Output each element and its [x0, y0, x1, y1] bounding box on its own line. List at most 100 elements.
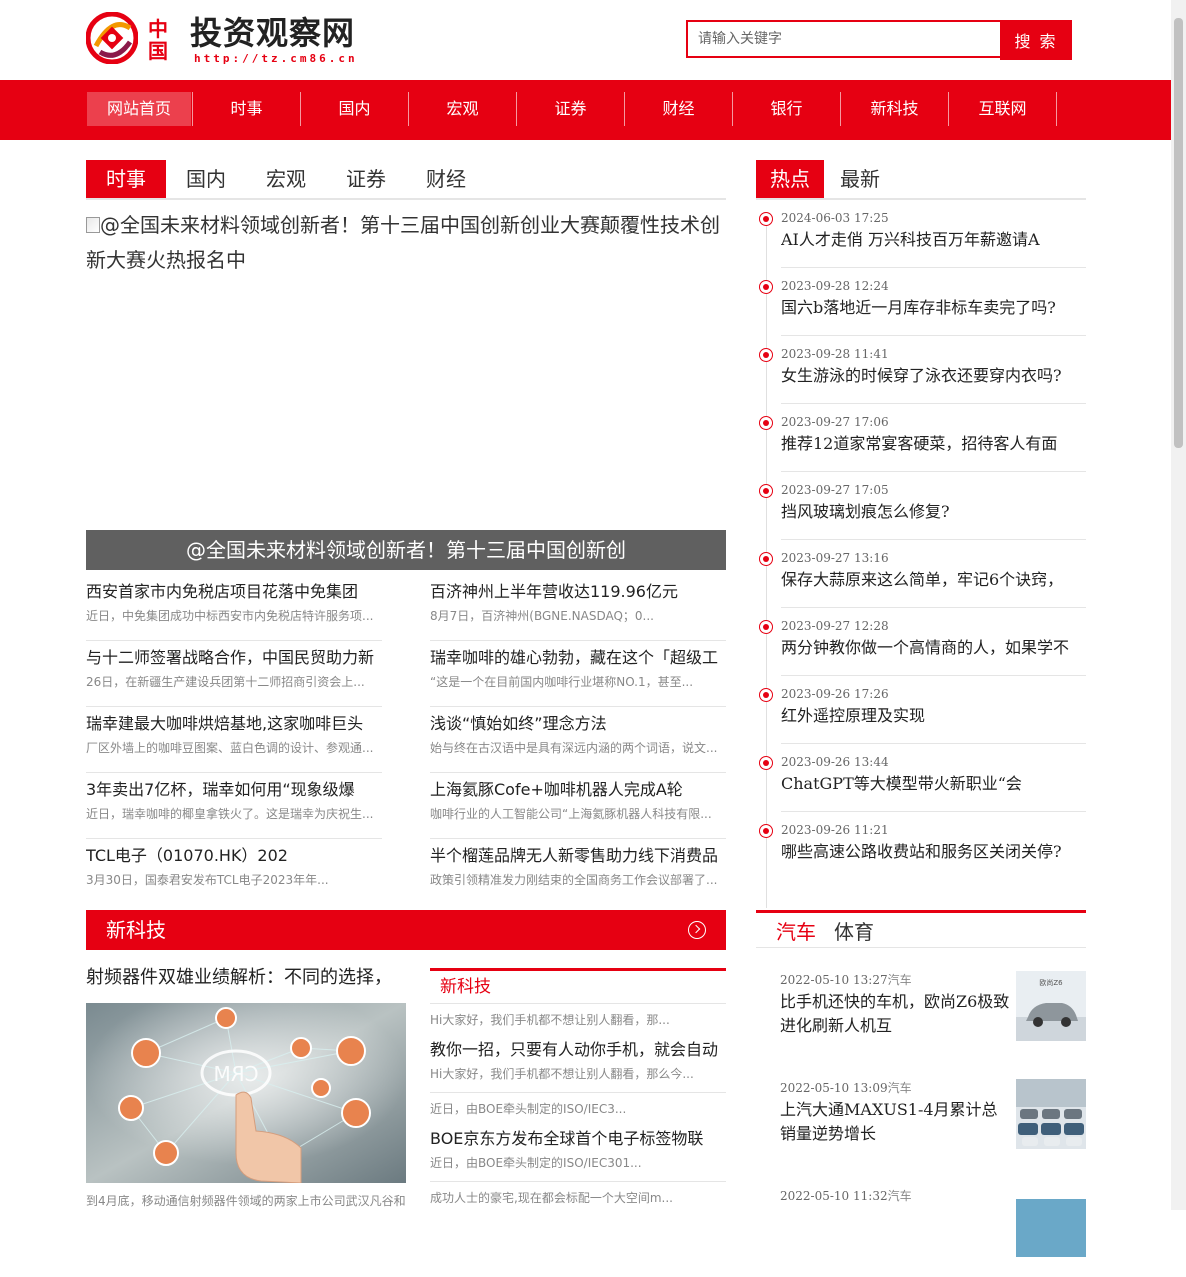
news-item[interactable]: 瑞幸建最大咖啡烘焙基地,这家咖啡巨头 厂区外墙上的咖啡豆图案、蓝白色调的设计、参…: [86, 714, 382, 773]
tech-headline[interactable]: 射频器件双雄业绩解析：不同的选择，: [86, 966, 406, 990]
timeline-dot-icon: [759, 688, 773, 702]
hot-title[interactable]: 推荐12道家常宴客硬菜，招待客人有面: [781, 434, 1086, 454]
auto-item[interactable]: 2022-05-10 13:09汽车 上汽大通MAXUS1-4月累计总销量逆势增…: [780, 1079, 1086, 1169]
tech-list-header-label[interactable]: 新科技: [430, 971, 501, 1003]
search-input[interactable]: [688, 22, 1000, 56]
tab-news[interactable]: 时事: [86, 160, 166, 198]
list-item[interactable]: Hi大家好，我们手机都不想让别人翻看，那... 教你一招，只要有人动你手机，就会…: [430, 1004, 726, 1093]
news-title[interactable]: 与十二师签署战略合作，中国民贸助力新: [86, 648, 382, 668]
hot-item[interactable]: 2023-09-26 17:26 红外遥控原理及实现: [756, 676, 1086, 744]
search-button[interactable]: 搜 索: [1000, 20, 1072, 60]
hot-title[interactable]: ChatGPT等大模型带火新职业“会: [781, 774, 1086, 794]
news-item[interactable]: 上海氦豚Cofe+咖啡机器人完成A轮 咖啡行业的人工智能公司“上海氦豚机器人科技…: [430, 780, 726, 839]
auto-title[interactable]: 比手机还快的车机，欧尚Z6极致进化刷新人机互: [780, 990, 1010, 1038]
hot-title[interactable]: 保存大蒜原来这么简单，牢记6个诀窍，: [781, 570, 1086, 590]
auto-category[interactable]: 汽车: [888, 1189, 912, 1203]
news-title[interactable]: 浅谈“慎始如终”理念方法: [430, 714, 726, 734]
news-title[interactable]: 上海氦豚Cofe+咖啡机器人完成A轮: [430, 780, 726, 800]
nav-item-news[interactable]: 时事: [193, 92, 301, 126]
hot-title[interactable]: 哪些高速公路收费站和服务区关闭关停?: [781, 842, 1086, 862]
tab-macro[interactable]: 宏观: [246, 160, 326, 198]
logo-emblem-icon: [86, 12, 138, 64]
tab-sports[interactable]: 体育: [834, 913, 874, 951]
page-scrollbar[interactable]: [1171, 0, 1186, 1210]
list-item-title[interactable]: BOE京东方发布全球首个电子标签物联: [430, 1129, 726, 1149]
nav-item-tech[interactable]: 新科技: [841, 92, 949, 126]
news-item[interactable]: 与十二师签署战略合作，中国民贸助力新 26日，在新疆生产建设兵团第十二师招商引资…: [86, 648, 382, 707]
list-item[interactable]: 成功人士的豪宅,现在都会标配一个大空间m...: [430, 1182, 726, 1216]
list-item-title[interactable]: 教你一招，只要有人动你手机，就会自动: [430, 1040, 726, 1060]
news-item[interactable]: 3年卖出7亿杯，瑞幸如何用“现象级爆 近日，瑞幸咖啡的椰皇拿铁火了。这是瑞幸为庆…: [86, 780, 382, 839]
scrollbar-thumb[interactable]: [1174, 18, 1183, 448]
news-item[interactable]: 瑞幸咖啡的雄心勃勃，藏在这个「超级工 “这是一个在目前国内咖啡行业堪称NO.1，…: [430, 648, 726, 707]
site-logo[interactable]: 中国 投资观察网 http://tz.cm86.cn: [86, 12, 386, 68]
news-item[interactable]: 浅谈“慎始如终”理念方法 始与终在古汉语中是具有深远内涵的两个词语，说文...: [430, 714, 726, 773]
auto-item[interactable]: 2022-05-10 11:32汽车: [780, 1187, 1086, 1277]
auto-thumb[interactable]: [1016, 1187, 1086, 1257]
news-desc: 8月7日，百济神州(BGNE.NASDAQ；0...: [430, 609, 654, 623]
logo-cn-text: 中国: [148, 17, 168, 63]
hot-title[interactable]: 女生游泳的时候穿了泳衣还要穿内衣吗?: [781, 366, 1086, 386]
auto-category[interactable]: 汽车: [888, 973, 912, 987]
tab-auto[interactable]: 汽车: [776, 913, 816, 951]
auto-item[interactable]: 2022-05-10 13:27汽车 比手机还快的车机，欧尚Z6极致进化刷新人机…: [780, 971, 1086, 1061]
tab-latest[interactable]: 最新: [824, 160, 896, 198]
news-item[interactable]: TCL电子（01070.HK）202 3月30日，国泰君安发布TCL电子2023…: [86, 846, 382, 904]
nav-item-home[interactable]: 网站首页: [86, 92, 193, 126]
tab-domestic[interactable]: 国内: [166, 160, 246, 198]
hot-item[interactable]: 2023-09-27 17:05 挡风玻璃划痕怎么修复?: [756, 472, 1086, 540]
hot-item[interactable]: 2023-09-28 12:24 国六b落地近一月库存非标车卖完了吗?: [756, 268, 1086, 336]
list-item[interactable]: 近日，由BOE牵头制定的ISO/IEC3... BOE京东方发布全球首个电子标签…: [430, 1093, 726, 1182]
auto-thumb[interactable]: [1016, 1079, 1086, 1149]
hot-item[interactable]: 2023-09-26 11:21 哪些高速公路收费站和服务区关闭关停?: [756, 812, 1086, 880]
car-thumbnail: [1016, 1187, 1086, 1257]
hot-item[interactable]: 2023-09-28 11:41 女生游泳的时候穿了泳衣还要穿内衣吗?: [756, 336, 1086, 404]
news-title[interactable]: 瑞幸咖啡的雄心勃勃，藏在这个「超级工: [430, 648, 726, 668]
nav-item-finance[interactable]: 财经: [625, 92, 733, 126]
nav-item-bank[interactable]: 银行: [733, 92, 841, 126]
news-item[interactable]: 西安首家市内免税店项目花落中免集团 近日，中免集团成功中标西安市内免税店特许服务…: [86, 582, 382, 641]
hot-item[interactable]: 2023-09-27 12:28 两分钟教你做一个高情商的人，如果学不: [756, 608, 1086, 676]
hot-item[interactable]: 2023-09-27 13:16 保存大蒜原来这么简单，牢记6个诀窍，: [756, 540, 1086, 608]
news-desc: 26日，在新疆生产建设兵团第十二师招商引资会上...: [86, 675, 365, 689]
auto-title[interactable]: 上汽大通MAXUS1-4月累计总销量逆势增长: [780, 1098, 1010, 1146]
auto-thumb[interactable]: 欧尚Z6: [1016, 971, 1086, 1041]
section-title[interactable]: 新科技: [106, 910, 166, 950]
hot-item[interactable]: 2024-06-03 17:25 AI人才走俏 万兴科技百万年薪邀请A: [756, 200, 1086, 268]
tab-hot[interactable]: 热点: [756, 160, 824, 198]
hot-title[interactable]: 两分钟教你做一个高情商的人，如果学不: [781, 638, 1086, 658]
hot-title[interactable]: 红外遥控原理及实现: [781, 706, 1086, 726]
news-title[interactable]: 西安首家市内免税店项目花落中免集团: [86, 582, 382, 602]
news-desc: 3月30日，国泰君安发布TCL电子2023年年...: [86, 873, 329, 887]
news-item[interactable]: 半个榴莲品牌无人新零售助力线下消费品 政策引领精准发力刚结束的全国商务工作会议部…: [430, 846, 726, 904]
nav-item-securities[interactable]: 证券: [517, 92, 625, 126]
chevron-right-circle-icon[interactable]: [688, 921, 706, 939]
news-item[interactable]: 百济神州上半年营收达119.96亿元 8月7日，百济神州(BGNE.NASDAQ…: [430, 582, 726, 641]
nav-item-domestic[interactable]: 国内: [301, 92, 409, 126]
hot-item[interactable]: 2023-09-26 13:44 ChatGPT等大模型带火新职业“会: [756, 744, 1086, 812]
timeline-dot-icon: [759, 756, 773, 770]
auto-category[interactable]: 汽车: [888, 1081, 912, 1095]
tech-image[interactable]: CRM: [86, 1003, 406, 1183]
tab-securities[interactable]: 证券: [326, 160, 406, 198]
nav-item-internet[interactable]: 互联网: [949, 92, 1057, 126]
hot-title[interactable]: 挡风玻璃划痕怎么修复?: [781, 502, 1086, 522]
car-fleet-thumbnail: [1016, 1079, 1086, 1149]
auto-time-text: 2022-05-10 11:32: [780, 1189, 888, 1203]
tab-finance[interactable]: 财经: [406, 160, 486, 198]
main-tabs: 时事 国内 宏观 证券 财经: [86, 160, 726, 200]
right-tabs: 热点 最新: [756, 160, 1086, 200]
news-title[interactable]: 瑞幸建最大咖啡烘焙基地,这家咖啡巨头: [86, 714, 382, 734]
news-title[interactable]: 3年卖出7亿杯，瑞幸如何用“现象级爆: [86, 780, 382, 800]
hot-item[interactable]: 2023-09-27 17:06 推荐12道家常宴客硬菜，招待客人有面: [756, 404, 1086, 472]
feature-image[interactable]: @全国未来材料领域创新者！第十三届中国创新创业大赛颠覆性技术创新大赛火热报名中: [86, 208, 726, 530]
news-title[interactable]: 百济神州上半年营收达119.96亿元: [430, 582, 726, 602]
hot-title[interactable]: 国六b落地近一月库存非标车卖完了吗?: [781, 298, 1086, 318]
feature-caption[interactable]: @全国未来材料领域创新者！第十三届中国创新创: [86, 530, 726, 570]
nav-item-macro[interactable]: 宏观: [409, 92, 517, 126]
news-title[interactable]: 半个榴莲品牌无人新零售助力线下消费品: [430, 846, 726, 866]
news-title[interactable]: TCL电子（01070.HK）202: [86, 846, 382, 866]
timeline-dot-icon: [759, 416, 773, 430]
hot-title[interactable]: AI人才走俏 万兴科技百万年薪邀请A: [781, 230, 1086, 250]
timeline-dot-icon: [759, 620, 773, 634]
